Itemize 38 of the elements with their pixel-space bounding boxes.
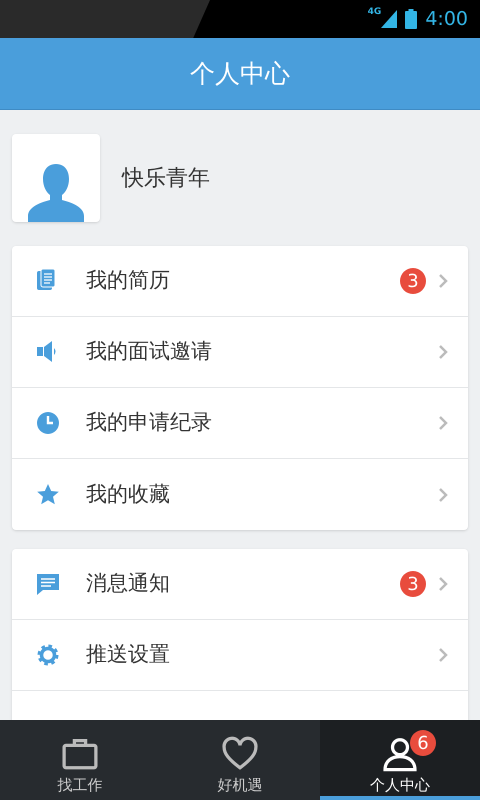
star-icon [36,482,60,506]
menu-row[interactable]: 我的收藏 [12,459,468,530]
tab[interactable]: 好机遇 [160,720,320,800]
count-badge: 3 [400,571,426,597]
briefcase-icon [60,736,100,772]
chevron-icon [438,273,448,289]
battery-icon [405,9,418,29]
menu-row[interactable]: 我的申请纪录 [12,388,468,459]
count-badge: 6 [410,730,436,756]
menu-row[interactable]: 消息通知 3 [12,549,468,620]
menu-row[interactable]: 我的简历 3 [12,246,468,317]
menu-row[interactable]: 推送设置 [12,620,468,691]
chevron-icon [438,486,448,502]
gear-icon [36,643,60,667]
message-icon [36,572,60,596]
clock-icon [36,411,60,435]
person-icon [28,164,84,222]
signal-icon [381,10,398,28]
clock-time: 4:00 [425,6,468,32]
chevron-icon [438,415,448,431]
network-label: 4G [368,6,382,19]
tab[interactable]: 个人中心 6 [320,720,480,800]
chevron-icon [438,344,448,360]
menu-row[interactable]: 我的面试邀请 [12,317,468,388]
avatar-frame[interactable] [12,134,100,222]
menu-label: 我的面试邀请 [86,338,213,366]
heart-icon [220,736,260,772]
page-title: 个人中心 [190,58,290,90]
menu-label: 推送设置 [86,641,171,668]
user-name: 快乐青年 [122,164,210,192]
count-badge: 3 [400,268,426,294]
chevron-icon [438,647,448,663]
menu-label: 我的申请纪录 [86,409,213,436]
menu-label: 消息通知 [86,570,171,598]
menu-label: 我的收藏 [86,480,171,508]
tab[interactable]: 找工作 [0,720,160,800]
menu-label: 我的简历 [86,267,171,294]
chevron-icon [438,576,448,592]
